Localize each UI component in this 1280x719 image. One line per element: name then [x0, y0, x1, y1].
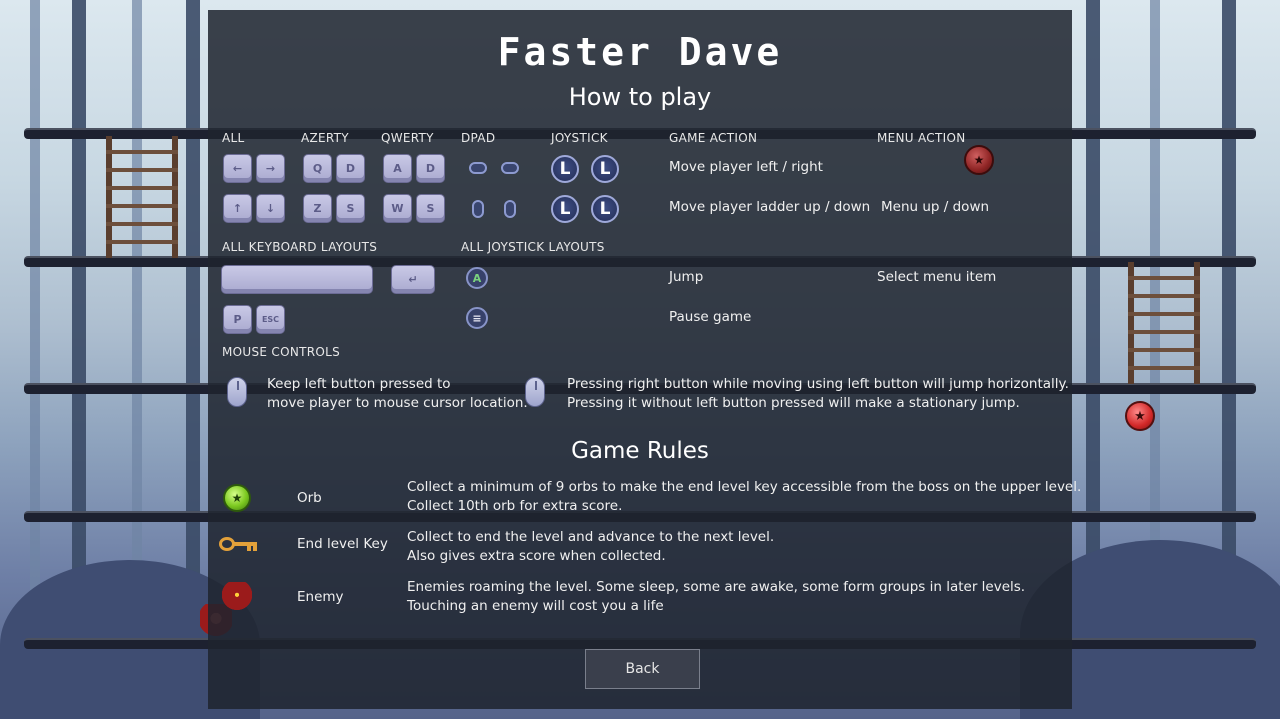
mouse-right-line1: Pressing right button while moving using…	[567, 376, 1069, 392]
header-joystick: JOYSTICK	[551, 131, 608, 145]
rule-key-line1: Collect to end the level and advance to …	[407, 529, 775, 545]
key-azerty-down: S	[336, 194, 365, 223]
action-pause: Pause game	[669, 309, 752, 325]
action-move-left-right: Move player left / right	[669, 159, 823, 175]
how-to-play-panel: Faster Dave How to play ALL AZERTY QWERT…	[208, 10, 1081, 709]
star-icon: ★	[1134, 408, 1146, 424]
key-right-arrow: →	[256, 154, 285, 183]
action-jump: Jump	[669, 269, 704, 285]
joystick-left-icon: L	[551, 155, 579, 183]
star-icon: ★	[973, 153, 985, 167]
key-esc: ESC	[256, 305, 285, 334]
rule-key-line2: Also gives extra score when collected.	[407, 548, 666, 564]
star-icon: ★	[231, 491, 243, 505]
header-all: ALL	[222, 131, 245, 145]
key-azerty-left: Q	[303, 154, 332, 183]
header-qwerty: QWERTY	[381, 131, 434, 145]
mouse-left-line1: Keep left button pressed to	[267, 376, 451, 392]
header-game-action: GAME ACTION	[669, 131, 758, 145]
dpad-left-icon	[469, 162, 487, 174]
dpad-right-icon	[501, 162, 519, 174]
key-space-icon	[221, 265, 373, 294]
key-icon	[219, 535, 259, 553]
menu-orb-icon: ★	[964, 145, 994, 175]
joystick-menu-button-icon: ≡	[466, 307, 488, 329]
key-qwerty-left: A	[383, 154, 412, 183]
dpad-up-icon	[472, 200, 484, 218]
green-orb-icon: ★	[223, 484, 251, 512]
key-azerty-up: Z	[303, 194, 332, 223]
rule-enemy-line2: Touching an enemy will cost you a life	[407, 598, 664, 614]
rule-orb-line2: Collect 10th orb for extra score.	[407, 498, 623, 514]
page-subtitle: How to play	[568, 83, 712, 111]
key-qwerty-up: W	[383, 194, 412, 223]
joystick-right-icon: L	[591, 155, 619, 183]
mouse-left-button-icon	[227, 377, 247, 407]
header-mouse-controls: MOUSE CONTROLS	[222, 345, 341, 359]
key-down-arrow: ↓	[256, 194, 285, 223]
action-move-ladder: Move player ladder up / down	[669, 199, 871, 215]
ladder	[1128, 262, 1200, 384]
key-p: P	[223, 305, 252, 334]
header-all-joystick-layouts: ALL JOYSTICK LAYOUTS	[461, 240, 605, 254]
mouse-right-button-icon	[525, 377, 545, 407]
red-orb-sprite: ★	[1125, 401, 1155, 431]
joystick-down-icon: L	[591, 195, 619, 223]
key-azerty-right: D	[336, 154, 365, 183]
enemy-icon	[222, 582, 252, 614]
mouse-left-line2: move player to mouse cursor location.	[267, 395, 528, 411]
rule-key-name: End level Key	[297, 536, 388, 552]
header-azerty: AZERTY	[301, 131, 349, 145]
joystick-a-button-icon: A	[466, 267, 488, 289]
header-dpad: DPAD	[461, 131, 496, 145]
key-qwerty-right: D	[416, 154, 445, 183]
ladder	[106, 136, 178, 258]
joystick-up-icon: L	[551, 195, 579, 223]
header-menu-action: MENU ACTION	[877, 131, 966, 145]
back-button[interactable]: Back	[585, 649, 700, 689]
game-title: Faster Dave	[497, 30, 783, 74]
menu-action-select: Select menu item	[877, 269, 997, 285]
rules-title: Game Rules	[571, 438, 709, 464]
rule-enemy-name: Enemy	[297, 589, 344, 605]
key-up-arrow: ↑	[223, 194, 252, 223]
rule-enemy-line1: Enemies roaming the level. Some sleep, s…	[407, 579, 1026, 595]
mouse-right-line2: Pressing it without left button pressed …	[567, 395, 1020, 411]
header-all-keyboard-layouts: ALL KEYBOARD LAYOUTS	[222, 240, 378, 254]
rule-orb-line1: Collect a minimum of 9 orbs to make the …	[407, 479, 1082, 495]
menu-action-up-down: Menu up / down	[881, 199, 990, 215]
key-enter: ↵	[391, 265, 435, 294]
key-qwerty-down: S	[416, 194, 445, 223]
rule-orb-name: Orb	[297, 490, 322, 506]
dpad-down-icon	[504, 200, 516, 218]
key-left-arrow: ←	[223, 154, 252, 183]
